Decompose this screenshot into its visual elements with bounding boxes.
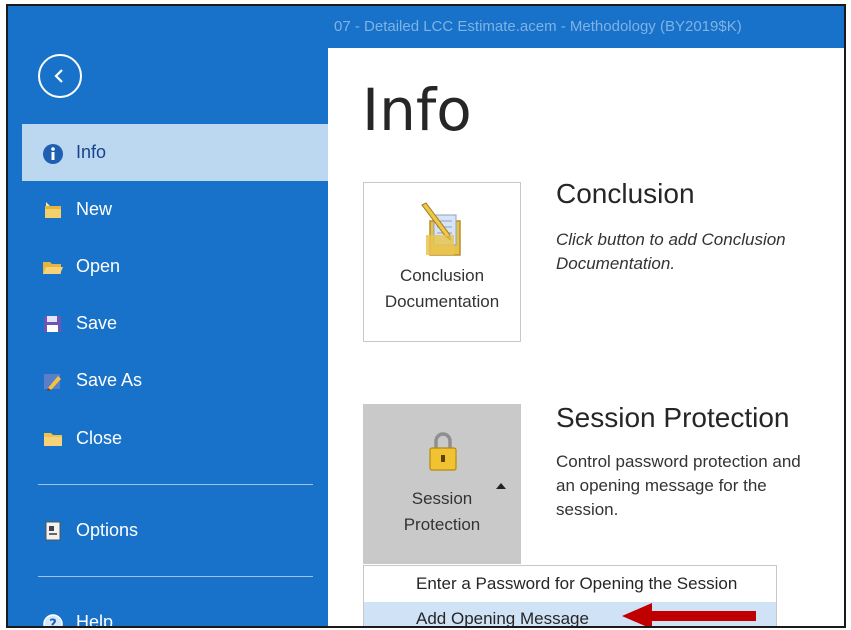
description-line: an opening message for the	[556, 476, 767, 495]
sidebar-item-label: Close	[76, 428, 123, 448]
sidebar-item-open[interactable]: Open	[22, 238, 328, 295]
description-line: session.	[556, 500, 619, 519]
lock-icon	[429, 432, 457, 471]
description-line: Click button to add Conclusion	[556, 230, 786, 249]
sidebar-item-label: Save	[76, 313, 118, 333]
session-protection-heading: Session Protection	[556, 402, 790, 433]
description-line: Control password protection and	[556, 452, 801, 471]
conclusion-description: Click button to add Conclusion Documenta…	[556, 228, 844, 276]
sidebar-item-info[interactable]: Info	[22, 124, 328, 181]
tile-label: Documentation	[384, 292, 500, 311]
sidebar-item-save[interactable]: Save	[22, 295, 328, 352]
back-arrow-icon	[54, 69, 63, 83]
backstage-sidebar: Info New Open Save Save As Close Options…	[8, 6, 328, 626]
info-icon	[42, 143, 64, 164]
conclusion-notes-icon	[421, 202, 461, 256]
back-button[interactable]	[38, 54, 82, 98]
sidebar-item-label: Options	[76, 520, 139, 540]
sidebar-item-options[interactable]: Options	[22, 502, 328, 559]
sidebar-item-close[interactable]: Close	[22, 410, 328, 467]
menu-item-enter-password[interactable]: Enter a Password for Opening the Session	[364, 567, 776, 601]
sidebar-divider	[38, 576, 313, 577]
svg-text:?: ?	[49, 617, 57, 628]
sidebar-item-save-as[interactable]: Save As	[22, 352, 328, 409]
window-title: 07 - Detailed LCC Estimate.acem - Method…	[328, 6, 844, 48]
save-icon	[42, 314, 64, 334]
tile-label: Conclusion	[399, 266, 485, 285]
session-protection-description: Control password protection and an openi…	[556, 450, 844, 522]
sidebar-item-label: New	[76, 199, 113, 219]
folder-open-icon	[42, 257, 64, 277]
sidebar-item-new[interactable]: New	[22, 181, 328, 238]
conclusion-documentation-button[interactable]: Conclusion Documentation	[363, 182, 521, 342]
sidebar-divider	[38, 484, 313, 485]
conclusion-heading: Conclusion	[556, 178, 695, 209]
sidebar-item-label: Open	[76, 256, 121, 276]
tile-label: Protection	[403, 515, 481, 534]
backstage-window: Info New Open Save Save As Close Options…	[6, 4, 846, 628]
annotation-arrow-icon	[622, 603, 756, 626]
folder-close-icon	[42, 429, 64, 449]
sidebar-item-label: Help	[76, 612, 114, 628]
help-icon: ?	[42, 613, 64, 628]
session-protection-button[interactable]: Session Protection	[363, 404, 521, 564]
sidebar-item-help[interactable]: ? Help	[22, 594, 328, 628]
sidebar-item-label: Save As	[76, 370, 143, 390]
page-title: Info	[362, 76, 472, 144]
sidebar-item-label: Info	[76, 142, 107, 162]
save-as-icon	[42, 371, 64, 391]
options-icon	[42, 521, 64, 541]
description-line: Documentation.	[556, 254, 676, 273]
new-icon	[42, 200, 64, 220]
tile-label: Session	[411, 489, 473, 508]
